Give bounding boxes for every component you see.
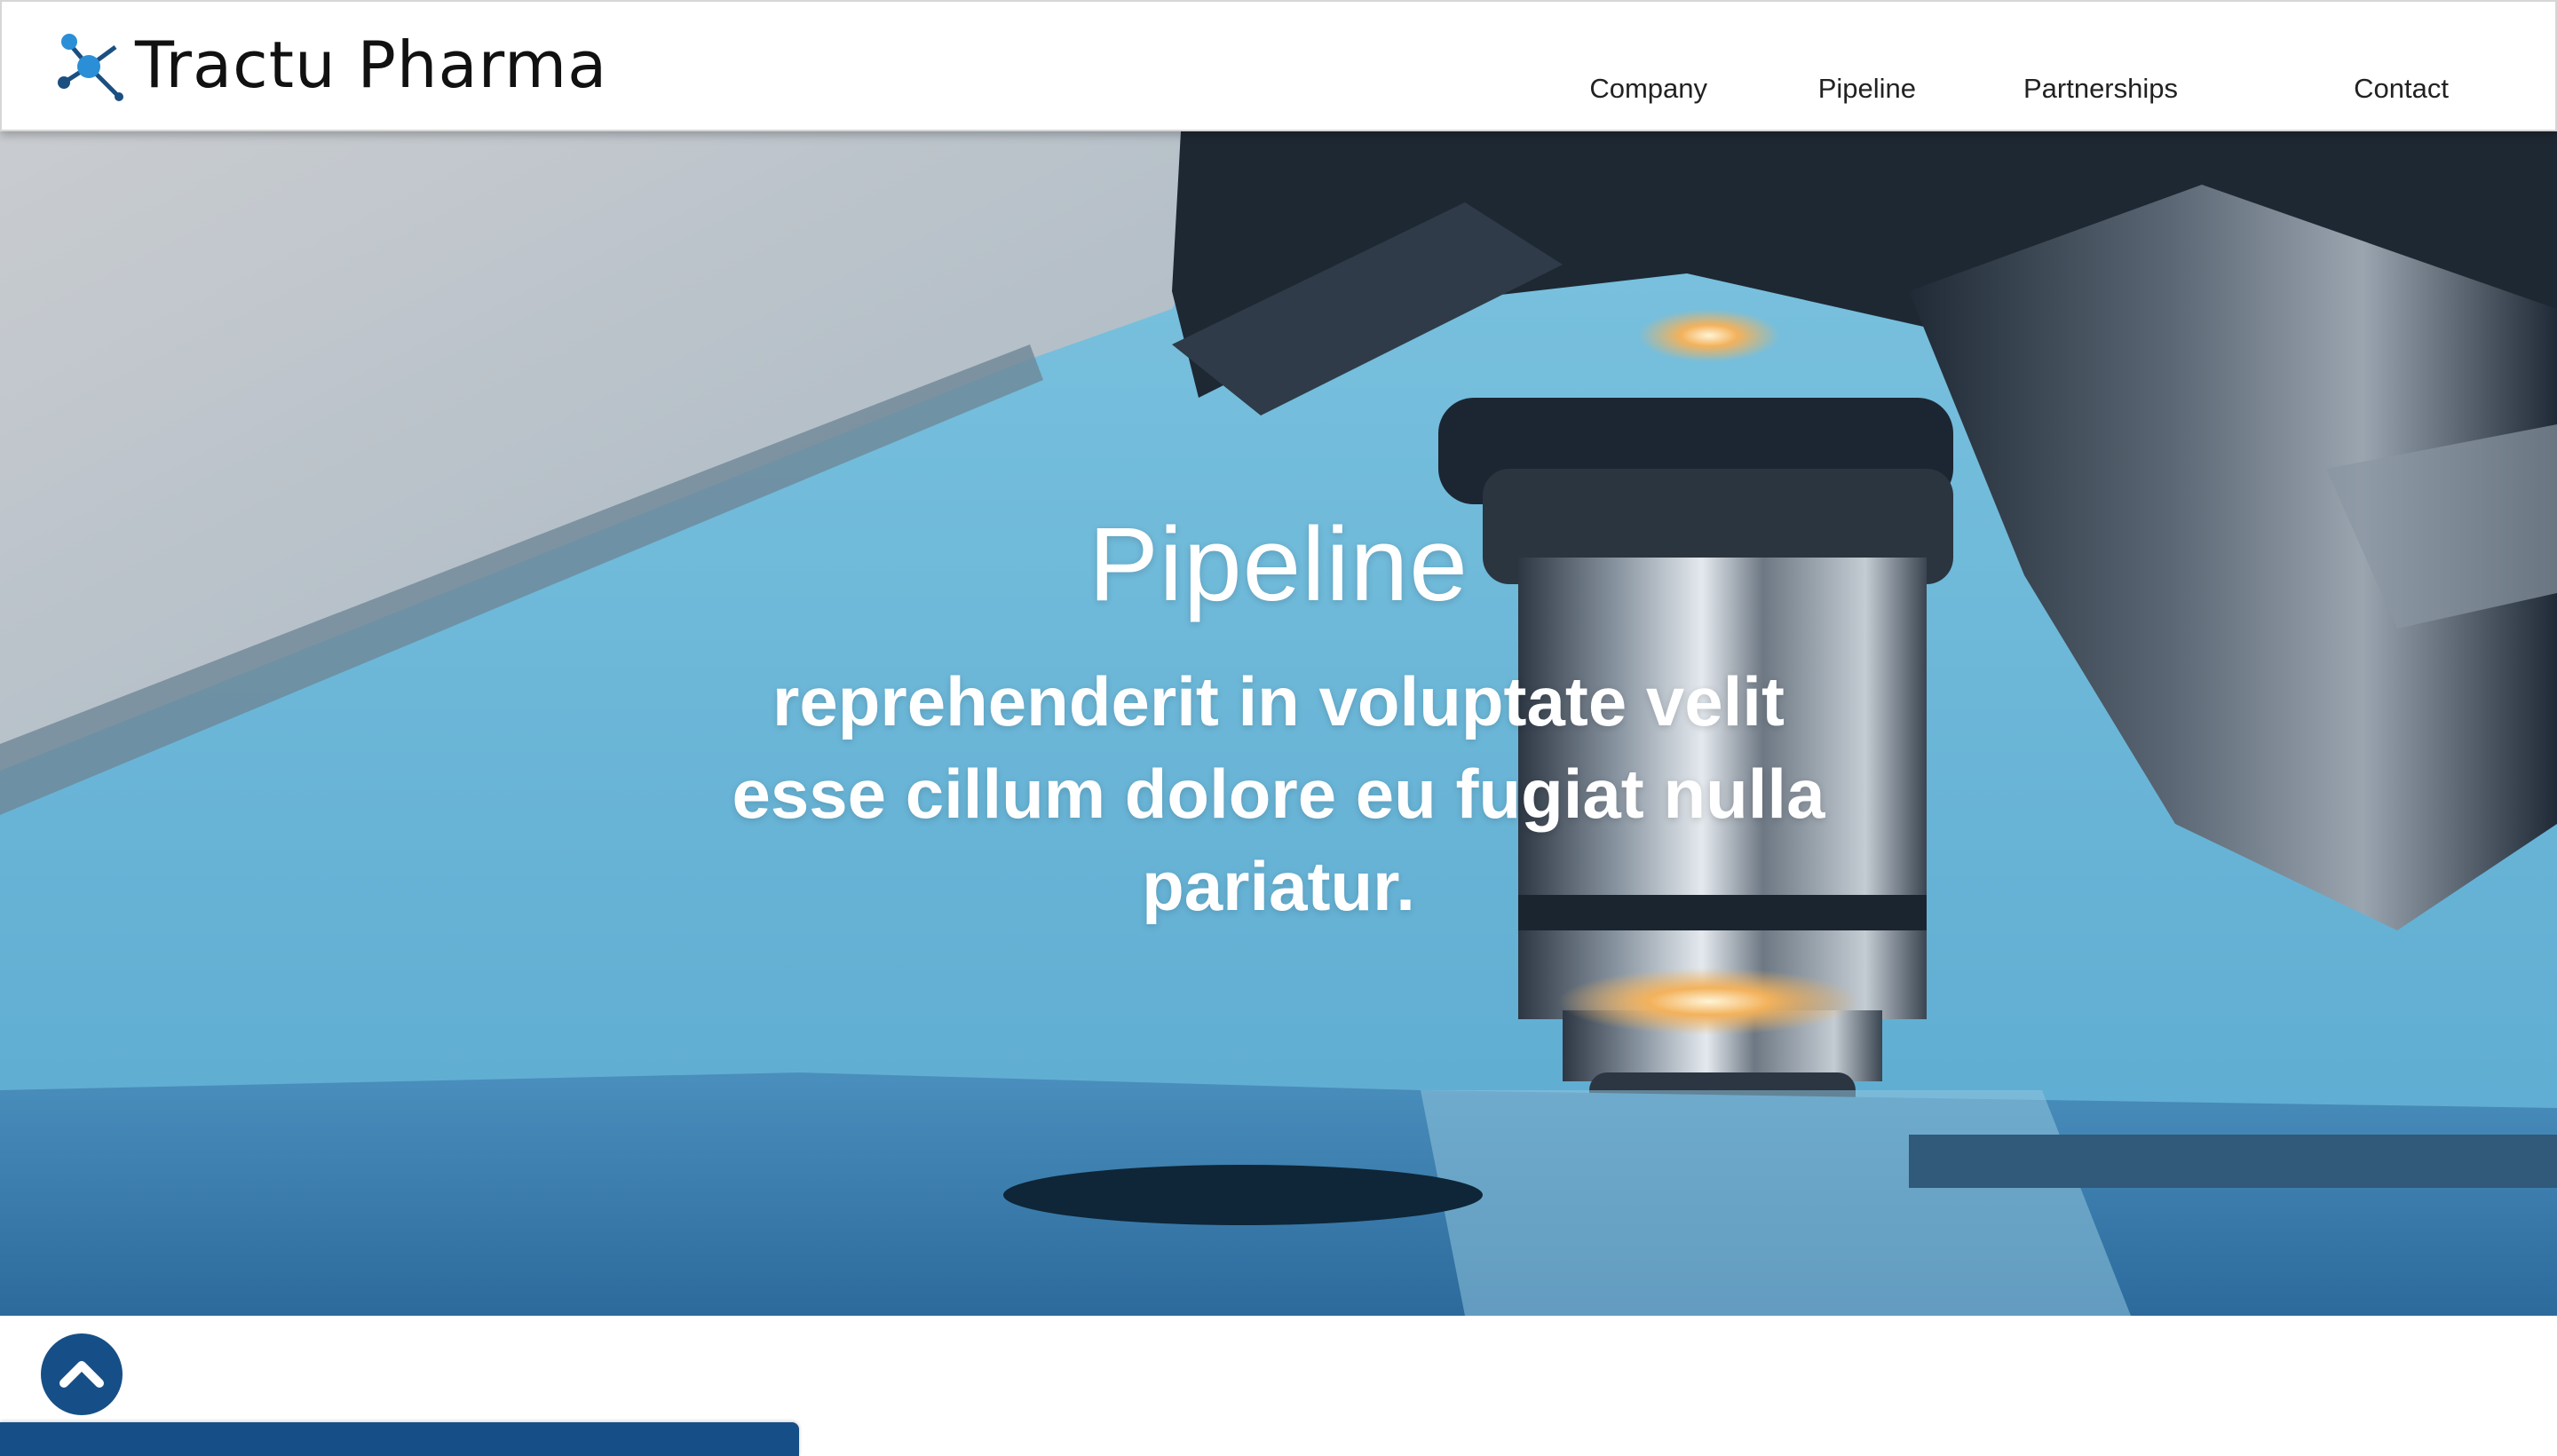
brand-logo[interactable]: Tractu Pharma: [51, 27, 607, 103]
brand-name: Tractu Pharma: [135, 28, 608, 102]
chevron-up-icon: [59, 1361, 104, 1388]
hero-subtitle: reprehenderit in voluptate velit esse ci…: [732, 662, 1825, 925]
nav-item-partnerships[interactable]: Partnerships: [2023, 73, 2178, 105]
nav-item-pipeline[interactable]: Pipeline: [1818, 73, 1916, 105]
nav-item-contact[interactable]: Contact: [2354, 73, 2449, 105]
hero-section: Pipeline reprehenderit in voluptate veli…: [0, 131, 2557, 1316]
molecule-icon: [58, 34, 123, 101]
scroll-to-top-button[interactable]: [41, 1333, 123, 1415]
nav-item-company[interactable]: Company: [1589, 73, 1707, 105]
site-header: Tractu Pharma Company Pipeline Partnersh…: [0, 0, 2557, 131]
hero-title: Pipeline: [1089, 506, 1468, 623]
bottom-panel-tab[interactable]: [0, 1422, 799, 1456]
